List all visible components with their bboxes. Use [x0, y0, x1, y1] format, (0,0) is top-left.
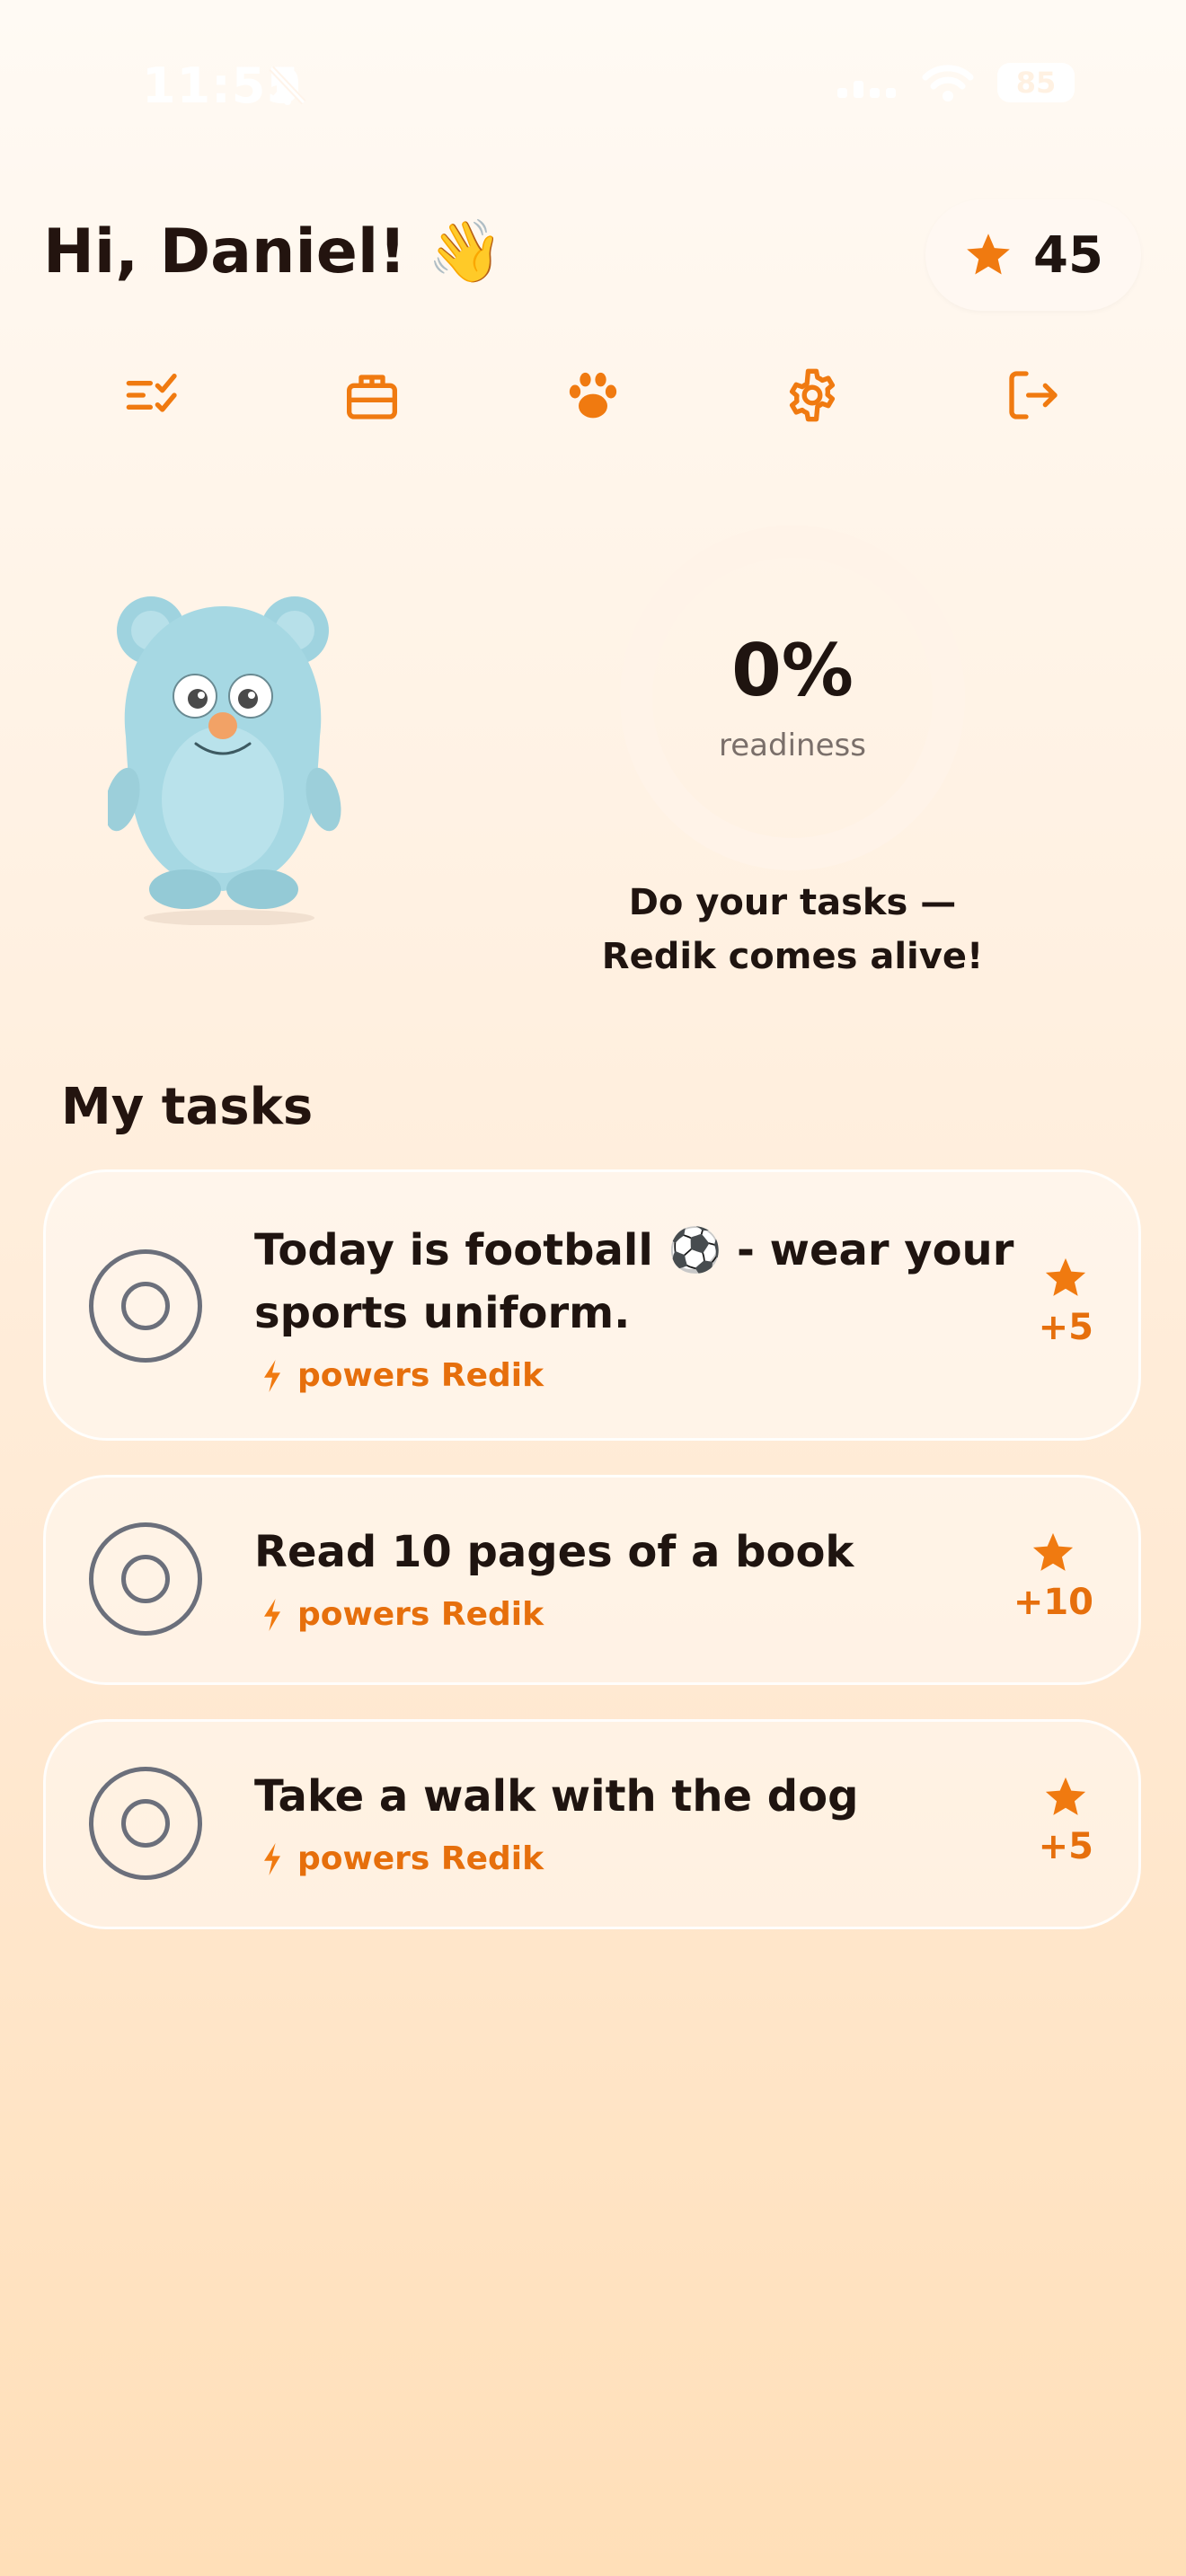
- nav-tasks[interactable]: [108, 350, 198, 440]
- task-card[interactable]: Read 10 pages of a book powers Redik +10: [43, 1475, 1141, 1685]
- readiness-percent: 0%: [731, 629, 854, 712]
- task-card[interactable]: Take a walk with the dog powers Redik +5: [43, 1719, 1141, 1929]
- task-title-line-1: Read 10 pages of a book: [254, 1527, 854, 1577]
- star-icon: [967, 234, 1010, 275]
- wifi-icon: [922, 65, 974, 101]
- task-list-icon: [126, 374, 177, 412]
- task-card[interactable]: Today is football ⚽ - wear your sports u…: [43, 1169, 1141, 1441]
- task-meta: powers Redik: [261, 1840, 544, 1877]
- greeting-title: Hi, Daniel! 👋: [43, 216, 504, 287]
- task-reward: +5: [1039, 1255, 1093, 1348]
- task-title-line-1: Take a walk with the dog: [254, 1771, 859, 1822]
- battery-indicator: 85: [997, 63, 1075, 102]
- top-nav: [0, 350, 1186, 440]
- task-checkbox[interactable]: [89, 1767, 202, 1880]
- task-title-line-1: Today is football ⚽ - wear your: [254, 1225, 1014, 1275]
- nav-logout[interactable]: [988, 350, 1078, 440]
- status-icons: 85: [836, 63, 1075, 102]
- nav-rewards[interactable]: [327, 350, 417, 440]
- gift-icon: [347, 375, 397, 419]
- task-reward: +10: [1013, 1530, 1093, 1623]
- stars-count: 45: [1033, 225, 1103, 285]
- task-reward-points: +10: [1013, 1582, 1093, 1623]
- task-meta-label: powers Redik: [297, 1596, 544, 1633]
- task-title: Read 10 pages of a book: [254, 1521, 854, 1584]
- readiness-label: readiness: [719, 728, 866, 763]
- lightning-icon: [264, 1598, 280, 1631]
- task-meta: powers Redik: [261, 1357, 544, 1394]
- motivation-text: Do your tasks — Redik comes alive!: [575, 876, 1010, 984]
- nav-pet[interactable]: [548, 350, 638, 440]
- nav-settings[interactable]: [767, 350, 857, 440]
- task-title-line-2: sports uniform.: [254, 1288, 631, 1338]
- gear-icon: [789, 368, 836, 422]
- star-icon: [1046, 1777, 1086, 1815]
- task-reward-points: +5: [1038, 1826, 1093, 1867]
- task-reward: +5: [1039, 1774, 1093, 1867]
- lightning-icon: [264, 1359, 280, 1392]
- task-reward-points: +5: [1038, 1307, 1093, 1348]
- tasks-section-title: My tasks: [61, 1078, 314, 1136]
- mute-icon: [268, 65, 307, 110]
- cellular-signal-icon: [837, 81, 896, 98]
- stars-balance[interactable]: 45: [925, 199, 1141, 311]
- paw-icon: [569, 372, 617, 419]
- motivation-line-1: Do your tasks —: [628, 882, 957, 923]
- star-icon: [1046, 1257, 1086, 1296]
- task-checkbox[interactable]: [89, 1522, 202, 1636]
- task-meta-label: powers Redik: [297, 1357, 544, 1394]
- battery-level: 85: [1015, 66, 1057, 100]
- task-meta-label: powers Redik: [297, 1840, 544, 1877]
- star-icon: [1033, 1532, 1074, 1571]
- motivation-line-2: Redik comes alive!: [601, 936, 984, 977]
- task-checkbox[interactable]: [89, 1249, 202, 1363]
- task-title: Take a walk with the dog: [254, 1765, 858, 1828]
- logout-icon: [1009, 371, 1058, 419]
- pet-redik-illustration[interactable]: [104, 584, 350, 926]
- lightning-icon: [264, 1842, 280, 1875]
- task-title: Today is football ⚽ - wear your sports u…: [254, 1219, 1013, 1345]
- task-meta: powers Redik: [261, 1596, 544, 1633]
